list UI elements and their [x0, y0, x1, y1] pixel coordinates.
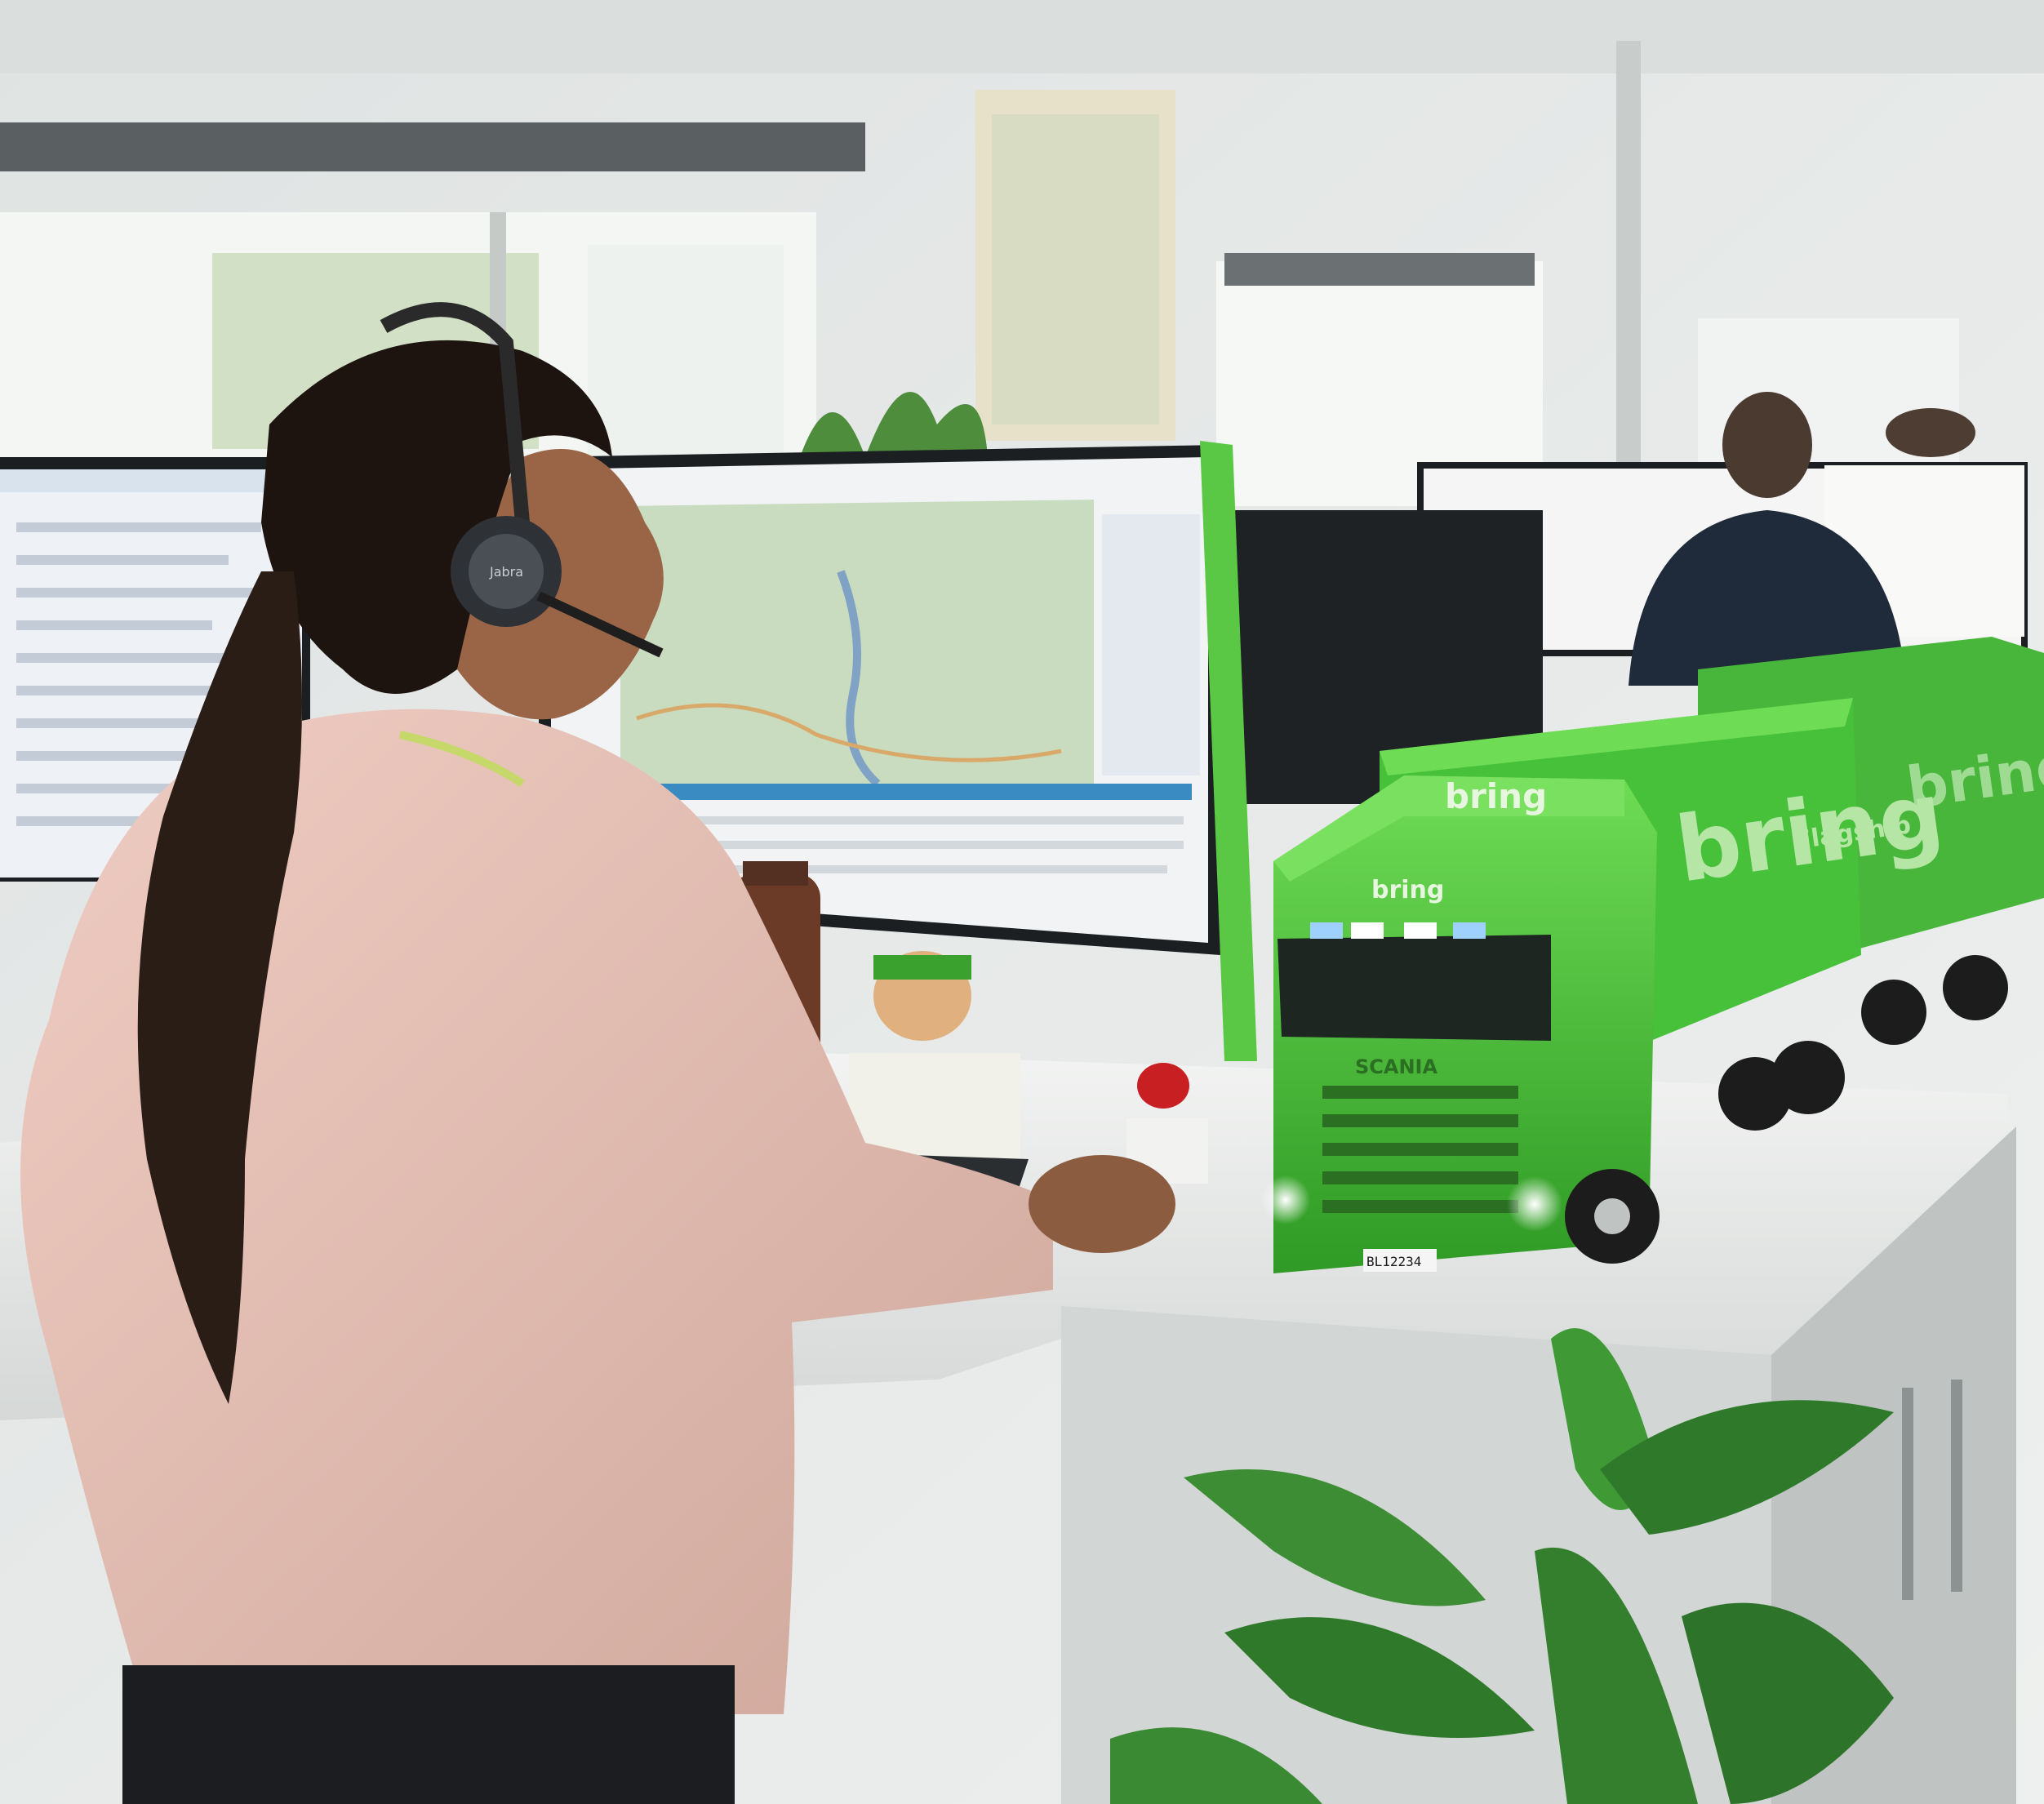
headset-brand-text: Jabra [489, 564, 523, 580]
wall-map [975, 90, 1175, 441]
grille-brand-text: SCANIA [1355, 1055, 1437, 1078]
right-headlight [1507, 1176, 1562, 1232]
ceiling [0, 0, 2044, 73]
cab-top-brand-text: bring [1445, 776, 1547, 816]
truck-windshield [1278, 935, 1551, 1041]
office-photo: bring bring Flagship bring bring SCANIA … [0, 0, 2044, 1804]
photo-scene: bring bring Flagship bring bring SCANIA … [0, 0, 2044, 1804]
hand [1029, 1155, 1175, 1253]
left-headlight [1261, 1175, 1310, 1224]
cab-front-brand-text: bring [1371, 876, 1444, 904]
pants [122, 1665, 735, 1804]
license-plate-text: BL12234 [1366, 1254, 1421, 1269]
truck-cab: bring bring SCANIA BL12234 [1261, 775, 1660, 1273]
